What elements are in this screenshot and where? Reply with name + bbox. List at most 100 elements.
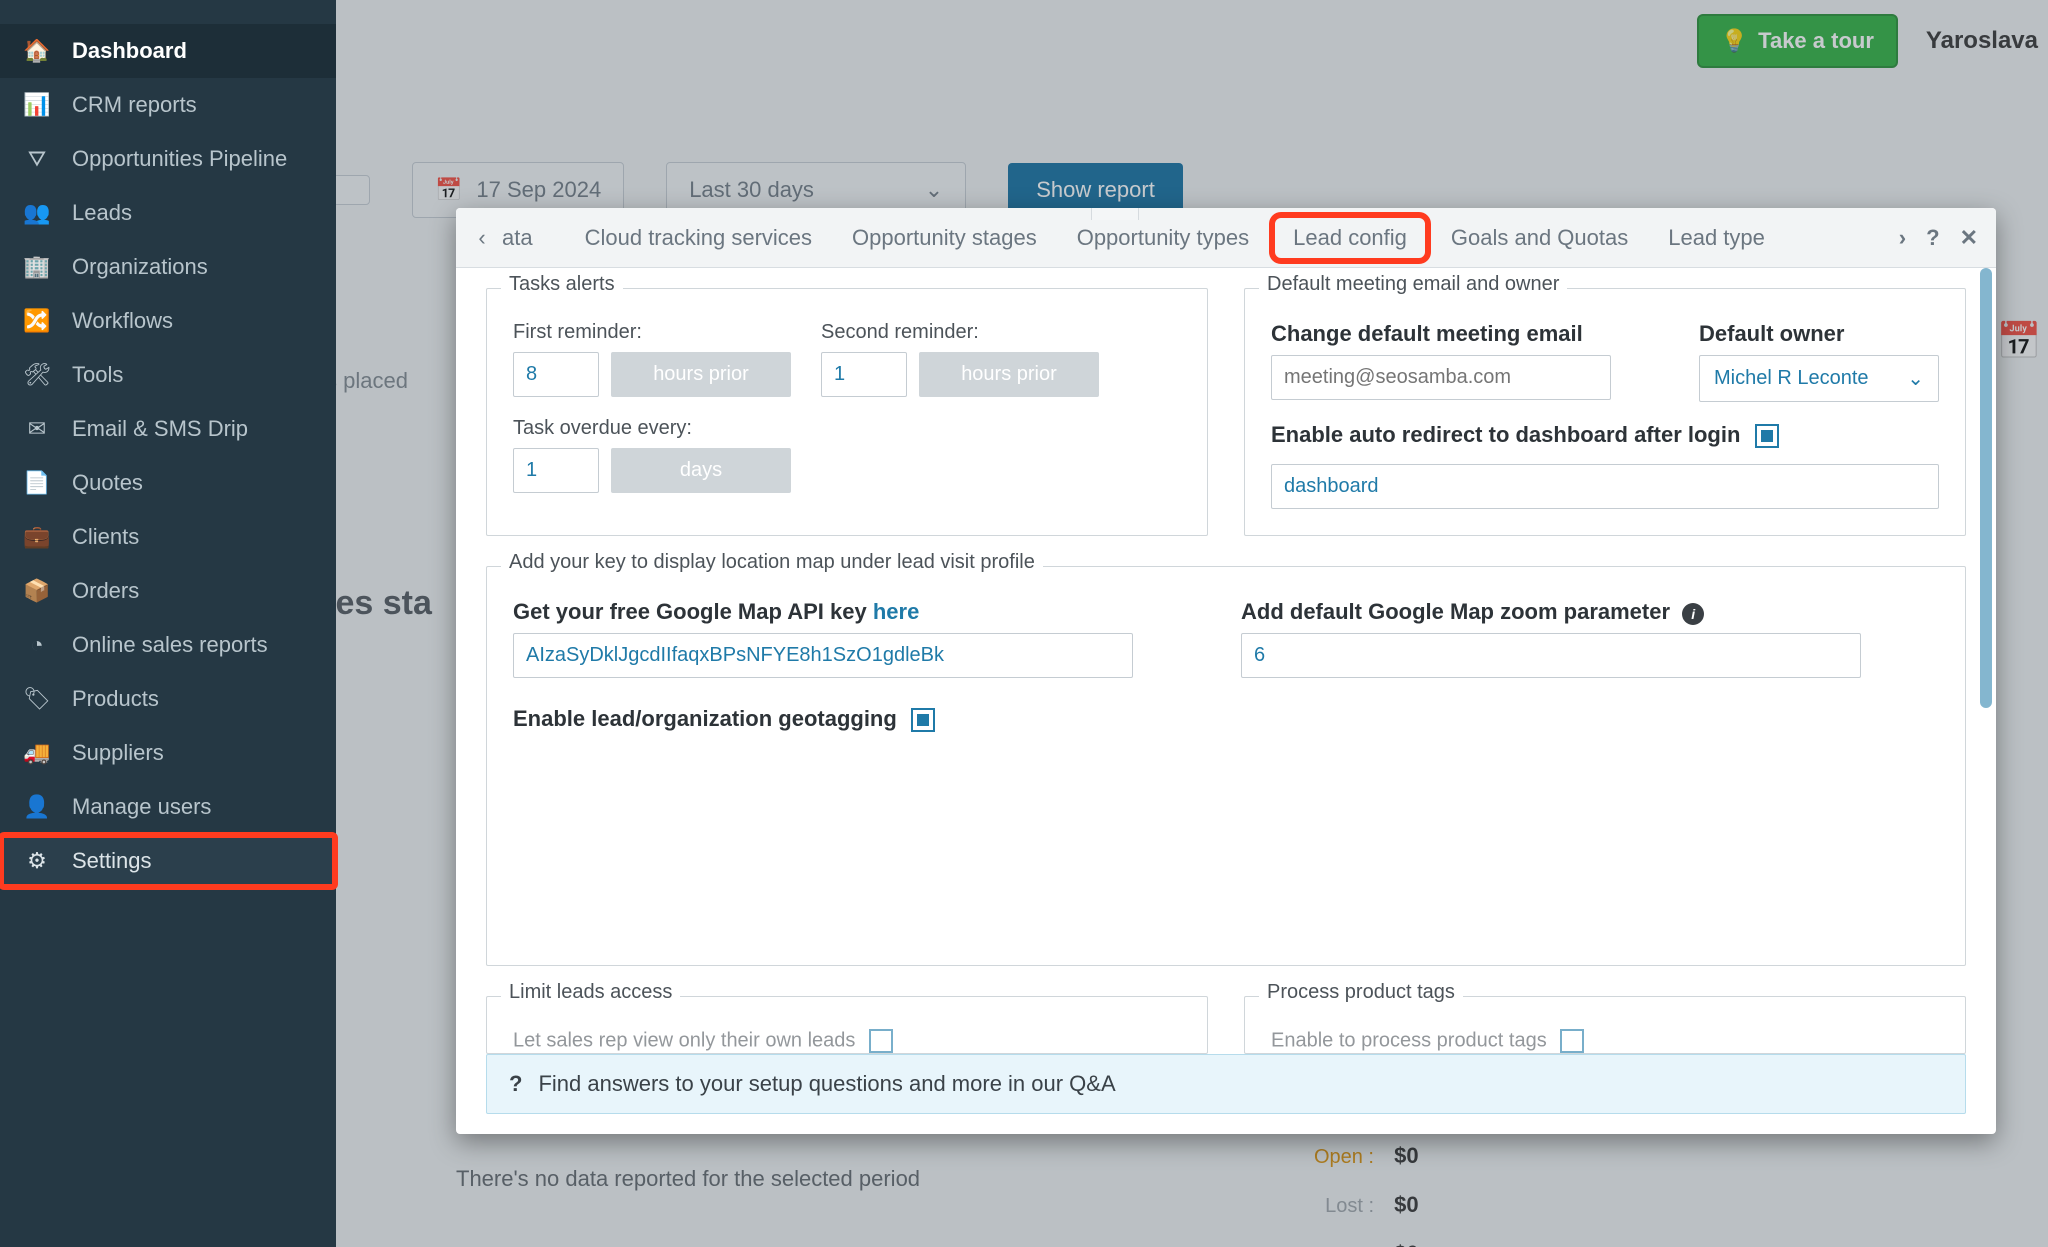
meeting-defaults-fieldset: Default meeting email and owner Change d… bbox=[1244, 288, 1966, 536]
stat-won: Won : $0 bbox=[1286, 1241, 1419, 1247]
tasks-alerts-fieldset: Tasks alerts First reminder: hours prior bbox=[486, 288, 1208, 536]
tasks-alerts-legend: Tasks alerts bbox=[501, 273, 623, 296]
bar-chart-icon: 📊 bbox=[24, 92, 50, 118]
close-icon[interactable]: ✕ bbox=[1960, 225, 1978, 251]
modal-tabs: ‹ ata Cloud tracking services Opportunit… bbox=[456, 208, 1996, 268]
first-reminder-unit: hours prior bbox=[611, 352, 791, 397]
bg-no-data: There's no data reported for the selecte… bbox=[456, 1166, 920, 1192]
limit-leads-line: Let sales rep view only their own leads bbox=[513, 1029, 1181, 1053]
zoom-input[interactable] bbox=[1241, 633, 1861, 678]
api-key-label: Get your free Google Map API key here bbox=[513, 599, 1211, 625]
chevron-down-icon: ⌄ bbox=[1907, 366, 1924, 391]
first-reminder-input[interactable] bbox=[513, 352, 599, 397]
sidebar-item-label: Products bbox=[72, 686, 159, 712]
tab-partial[interactable]: ata bbox=[502, 208, 553, 267]
calendar-icon: 📅 bbox=[435, 177, 462, 203]
current-user-name: Yaroslava bbox=[1926, 27, 2038, 55]
tabs-scroll-right[interactable]: › bbox=[1899, 225, 1906, 251]
building-icon: 🏢 bbox=[24, 254, 50, 280]
funnel-icon: ⛛ bbox=[24, 146, 50, 172]
wrench-icon: 🛠 bbox=[24, 362, 50, 388]
take-a-tour-label: Take a tour bbox=[1758, 28, 1874, 54]
sidebar-item-label: Quotes bbox=[72, 470, 143, 496]
sidebar-item-label: Organizations bbox=[72, 254, 208, 280]
bg-text-placed: s placed bbox=[326, 368, 408, 394]
zoom-label: Add default Google Map zoom parameter i bbox=[1241, 599, 1939, 625]
stat-lost-label: Lost : bbox=[1286, 1195, 1374, 1218]
topbar: 💡 Take a tour Yaroslava bbox=[336, 0, 2048, 82]
sidebar-item-leads[interactable]: 👥 Leads bbox=[0, 186, 336, 240]
geotagging-checkbox[interactable] bbox=[911, 708, 935, 732]
sidebar-item-products[interactable]: 🏷 Products bbox=[0, 672, 336, 726]
task-overdue-input[interactable] bbox=[513, 448, 599, 493]
tab-lead-config[interactable]: Lead config bbox=[1269, 212, 1431, 264]
tabs-scroll-left[interactable]: ‹ bbox=[462, 208, 502, 267]
briefcase-icon: 💼 bbox=[24, 524, 50, 550]
pie-chart-icon: ◔ bbox=[24, 632, 50, 658]
stat-open-value: $0 bbox=[1394, 1143, 1418, 1168]
auto-redirect-checkbox[interactable] bbox=[1755, 424, 1779, 448]
sidebar-item-suppliers[interactable]: 🚚 Suppliers bbox=[0, 726, 336, 780]
envelope-icon: ✉ bbox=[24, 416, 50, 442]
take-a-tour-button[interactable]: 💡 Take a tour bbox=[1697, 14, 1898, 68]
tab-opportunity-types[interactable]: Opportunity types bbox=[1057, 208, 1269, 267]
qa-footer[interactable]: ? Find answers to your setup questions a… bbox=[486, 1054, 1966, 1114]
tab-goals-quotas[interactable]: Goals and Quotas bbox=[1431, 208, 1648, 267]
meeting-legend: Default meeting email and owner bbox=[1259, 273, 1567, 296]
process-tags-line: Enable to process product tags bbox=[1271, 1029, 1939, 1053]
sidebar-item-label: CRM reports bbox=[72, 92, 197, 118]
sidebar-item-settings[interactable]: ⚙ Settings bbox=[0, 834, 336, 888]
default-owner-select[interactable]: Michel R Leconte ⌄ bbox=[1699, 355, 1939, 402]
change-meeting-email-label: Change default meeting email bbox=[1271, 321, 1669, 347]
sidebar-item-tools[interactable]: 🛠 Tools bbox=[0, 348, 336, 402]
api-key-here-link[interactable]: here bbox=[873, 599, 919, 624]
auto-redirect-label: Enable auto redirect to dashboard after … bbox=[1271, 422, 1939, 448]
stat-open: Open : $0 bbox=[1286, 1143, 1419, 1169]
geotagging-label: Enable lead/organization geotagging bbox=[513, 706, 935, 731]
settings-modal: ✥ ‹ ata Cloud tracking services Opportun… bbox=[456, 208, 1996, 1134]
tab-lead-type[interactable]: Lead type bbox=[1648, 208, 1785, 267]
sidebar-item-quotes[interactable]: 📄 Quotes bbox=[0, 456, 336, 510]
date-value: 17 Sep 2024 bbox=[476, 177, 601, 203]
document-icon: 📄 bbox=[24, 470, 50, 496]
sidebar-item-organizations[interactable]: 🏢 Organizations bbox=[0, 240, 336, 294]
sidebar-item-label: Opportunities Pipeline bbox=[72, 146, 287, 172]
sidebar-item-opportunities-pipeline[interactable]: ⛛ Opportunities Pipeline bbox=[0, 132, 336, 186]
sidebar-item-label: Clients bbox=[72, 524, 139, 550]
google-map-fieldset: Add your key to display location map und… bbox=[486, 566, 1966, 966]
help-icon[interactable]: ? bbox=[1926, 225, 1939, 251]
task-overdue-label: Task overdue every: bbox=[513, 417, 1181, 440]
sidebar-item-orders[interactable]: 📦 Orders bbox=[0, 564, 336, 618]
sidebar-item-online-sales-reports[interactable]: ◔ Online sales reports bbox=[0, 618, 336, 672]
scrollbar[interactable] bbox=[1980, 268, 1992, 708]
sidebar-item-clients[interactable]: 💼 Clients bbox=[0, 510, 336, 564]
limit-leads-checkbox[interactable] bbox=[869, 1029, 893, 1053]
sidebar-item-crm-reports[interactable]: 📊 CRM reports bbox=[0, 78, 336, 132]
modal-drag-handle[interactable]: ✥ bbox=[1091, 208, 1139, 220]
sidebar-item-label: Manage users bbox=[72, 794, 211, 820]
second-reminder-input[interactable] bbox=[821, 352, 907, 397]
second-reminder-unit: hours prior bbox=[919, 352, 1099, 397]
sidebar-item-label: Settings bbox=[72, 848, 152, 874]
process-tags-fieldset: Process product tags Enable to process p… bbox=[1244, 996, 1966, 1054]
flow-icon: 🔀 bbox=[24, 308, 50, 334]
meeting-email-input[interactable] bbox=[1271, 355, 1611, 400]
tab-opportunity-stages[interactable]: Opportunity stages bbox=[832, 208, 1057, 267]
process-tags-checkbox[interactable] bbox=[1560, 1029, 1584, 1053]
tab-cloud-tracking[interactable]: Cloud tracking services bbox=[565, 208, 832, 267]
api-key-input[interactable] bbox=[513, 633, 1133, 678]
sidebar-item-dashboard[interactable]: 🏠 Dashboard bbox=[0, 24, 336, 78]
sidebar-item-email-sms-drip[interactable]: ✉ Email & SMS Drip bbox=[0, 402, 336, 456]
limit-leads-fieldset: Limit leads access Let sales rep view on… bbox=[486, 996, 1208, 1054]
calendar-add-icon[interactable]: 📅 bbox=[1990, 312, 2048, 370]
sidebar-item-label: Suppliers bbox=[72, 740, 164, 766]
sidebar-item-workflows[interactable]: 🔀 Workflows bbox=[0, 294, 336, 348]
sidebar-item-label: Dashboard bbox=[72, 38, 187, 64]
default-owner-value: Michel R Leconte bbox=[1714, 367, 1869, 390]
lightbulb-icon: 💡 bbox=[1721, 28, 1748, 54]
info-icon[interactable]: i bbox=[1682, 603, 1704, 625]
sidebar-item-manage-users[interactable]: 👤 Manage users bbox=[0, 780, 336, 834]
auto-redirect-input[interactable] bbox=[1271, 464, 1939, 509]
sidebar-item-label: Orders bbox=[72, 578, 139, 604]
users-icon: 👥 bbox=[24, 200, 50, 226]
